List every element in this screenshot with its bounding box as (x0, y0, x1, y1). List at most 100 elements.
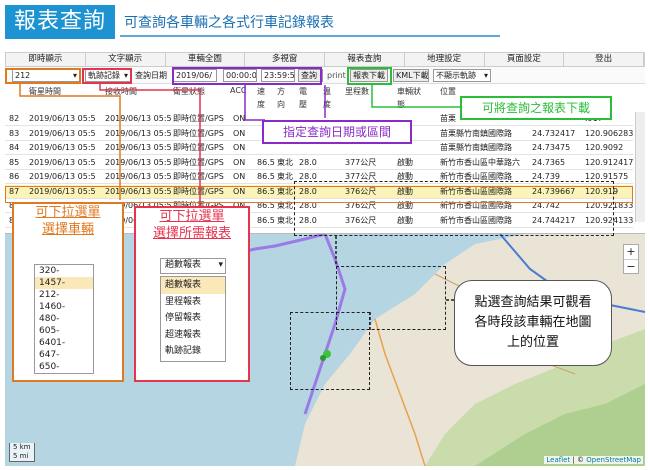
cell-gps-time: 2019/06/13 05:5 (29, 114, 96, 123)
header-direction[interactable]: 方 (277, 86, 285, 97)
cell-gps-time: 2019/06/13 05:5 (29, 157, 96, 167)
cell-status: 即時位置/GPS (173, 172, 224, 181)
cell-state: 啟動 (397, 157, 413, 167)
report-option[interactable]: 軌跡記錄 (161, 343, 225, 360)
vehicle-option[interactable]: 647- (35, 349, 93, 361)
cell-acc: ON (233, 114, 246, 123)
report-option[interactable]: 停留報表 (161, 310, 225, 327)
cell-recv-time: 2019/06/13 05:5 (105, 114, 171, 123)
cell-lat: 24.73475 (532, 143, 571, 152)
vehicle-option[interactable]: 212- (35, 289, 93, 301)
cell-lng: 120.906283 (585, 128, 633, 138)
cell-id: 86 (9, 172, 20, 181)
cell-recv-time: 2019/06/13 05:5 (105, 172, 171, 181)
header-mileage[interactable]: 里程數 (345, 86, 369, 97)
cell-recv-time: 2019/06/13 05:5 (105, 157, 171, 167)
report-option[interactable]: 里程報表 (161, 294, 225, 311)
report-option[interactable]: 趟數報表 (161, 277, 225, 294)
nav-page-settings[interactable]: 頁面設定 (485, 53, 565, 66)
nav-logout[interactable]: 登出 (564, 53, 644, 66)
vehicle-option[interactable]: 650- (35, 361, 93, 373)
zoom-in-button[interactable]: + (624, 245, 638, 260)
cell-speed: 86.5 (257, 157, 275, 167)
cell-dir: 東北 (277, 157, 293, 167)
cell-speed: 86.5 (257, 215, 275, 225)
page-subtitle: 可查詢各車輛之各式行車記錄報表 (124, 15, 334, 31)
print-button[interactable]: print (327, 70, 346, 81)
cell-status: 即時位置/GPS (173, 128, 224, 138)
cell-recv-time: 2019/06/13 05:5 (105, 143, 171, 152)
vehicle-option[interactable]: 605- (35, 325, 93, 337)
vehicle-popup-title: 可下拉選單 選擇車輛 (35, 205, 101, 237)
cell-volt: 28.0 (299, 157, 317, 167)
display-select[interactable]: 不顯示軌跡 ▾ (433, 69, 491, 82)
cell-acc: ON (233, 157, 246, 167)
nav-all-vehicles[interactable]: 車輛全圖 (166, 53, 246, 66)
report-dropdown-list[interactable]: 趟數報表 里程報表 停留報表 超速報表 軌跡記錄 (160, 276, 226, 362)
vehicle-option[interactable]: 480- (35, 313, 93, 325)
cell-status: 即時位置/GPS (173, 114, 224, 123)
title-underline (120, 35, 500, 37)
nav-geo-settings[interactable]: 地理設定 (405, 53, 485, 66)
vehicle-dropdown-list[interactable]: 320- 1457- 212- 1460- 480- 605- 6401- 647- 650- (34, 264, 94, 374)
vehicle-option[interactable]: 6401- (35, 337, 93, 349)
cell-id: 83 (9, 128, 20, 138)
vehicle-option[interactable]: 320- (35, 265, 93, 277)
map-hint-text: 點選查詢結果可觀看 各時段該車輛在地圖 上的位置 (474, 295, 592, 350)
table-scrollbar[interactable] (635, 112, 645, 222)
header-location[interactable]: 位置 (440, 86, 456, 97)
cell-lng: 120.912417 (585, 157, 633, 167)
vehicle-select-callout (5, 68, 81, 84)
cell-acc: ON (233, 128, 246, 138)
map-scale: 5 km 5 mi (9, 443, 35, 462)
cell-location: 苗栗縣竹南鎮國際路 (440, 128, 512, 138)
report-select-callout (82, 68, 132, 84)
download-label-box: 可將查詢之報表下載 (460, 96, 612, 120)
vehicle-option[interactable]: 1460- (35, 301, 93, 313)
report-dropdown[interactable]: 趟數報表 ▾ (160, 258, 226, 274)
vehicle-option[interactable]: 1457- (35, 277, 93, 289)
vehicle-select-popup: 可下拉選單 選擇車輛 320- 1457- 212- 1460- 480- 605- 640… (12, 202, 124, 382)
cell-id: 82 (9, 114, 20, 123)
cell-location: 新竹市香山區中華路六 (440, 157, 520, 167)
nav-realtime[interactable]: 即時顯示 (6, 53, 86, 66)
header-vehicle-state[interactable]: 車輛狀 (397, 86, 421, 97)
chevron-down-icon: ▾ (218, 260, 223, 270)
report-popup-title: 可下拉選單 選擇所需報表 (152, 209, 231, 241)
cell-lng: 120.9092 (585, 143, 624, 152)
report-option[interactable]: 超速報表 (161, 327, 225, 344)
date-range-label-box: 指定查詢日期或區間 (262, 120, 412, 144)
cell-lat: 24.7365 (532, 157, 566, 167)
main-nav: 即時顯示 文字顯示 車輛全圖 多視窗 報表查詢 地理設定 頁面設定 登出 (5, 52, 645, 67)
nav-report-query[interactable]: 報表查詢 (325, 53, 405, 66)
date-range-callout (172, 67, 322, 85)
map-hint-box: 點選查詢結果可觀看 各時段該車輛在地圖 上的位置 (454, 280, 612, 366)
header-speed[interactable]: 速 (257, 86, 265, 97)
chevron-down-icon: ▾ (483, 71, 488, 80)
header-voltage[interactable]: 電 (299, 86, 307, 97)
kml-download-button[interactable]: KML下載 (393, 69, 429, 82)
result-rows-indicator (294, 181, 614, 236)
map-position-indicator (290, 312, 370, 390)
cell-acc: ON (233, 143, 246, 152)
header-temp[interactable]: 溫 (323, 86, 331, 97)
header-gps-time[interactable]: 衛星時間 (29, 86, 61, 97)
cell-acc: ON (233, 172, 246, 181)
cell-status: 即時位置/GPS (173, 143, 224, 152)
cell-id: 84 (9, 143, 20, 152)
nav-text[interactable]: 文字顯示 (86, 53, 166, 66)
download-callout (347, 67, 392, 85)
table-row[interactable]: 85 2019/06/13 05:5 2019/06/13 05:5 即時位置/GPS… (5, 156, 633, 170)
osm-link[interactable]: OpenStreetMap (586, 456, 641, 464)
cell-status: 即時位置/GPS (173, 157, 224, 167)
cell-mileage: 377公尺 (345, 157, 377, 167)
cell-gps-time: 2019/06/13 05:5 (29, 128, 96, 138)
header-acc[interactable]: ACC (230, 86, 247, 95)
header-status[interactable]: 衛星狀態 (173, 86, 205, 97)
header-recv-time[interactable]: 接收時間 (105, 86, 137, 97)
leaflet-link[interactable]: Leaflet (546, 456, 570, 464)
cell-speed: 86.5 (257, 172, 275, 181)
nav-multi-window[interactable]: 多視窗 (245, 53, 325, 66)
date-label: 查詢日期 (135, 71, 167, 80)
zoom-out-button[interactable]: − (624, 260, 638, 274)
